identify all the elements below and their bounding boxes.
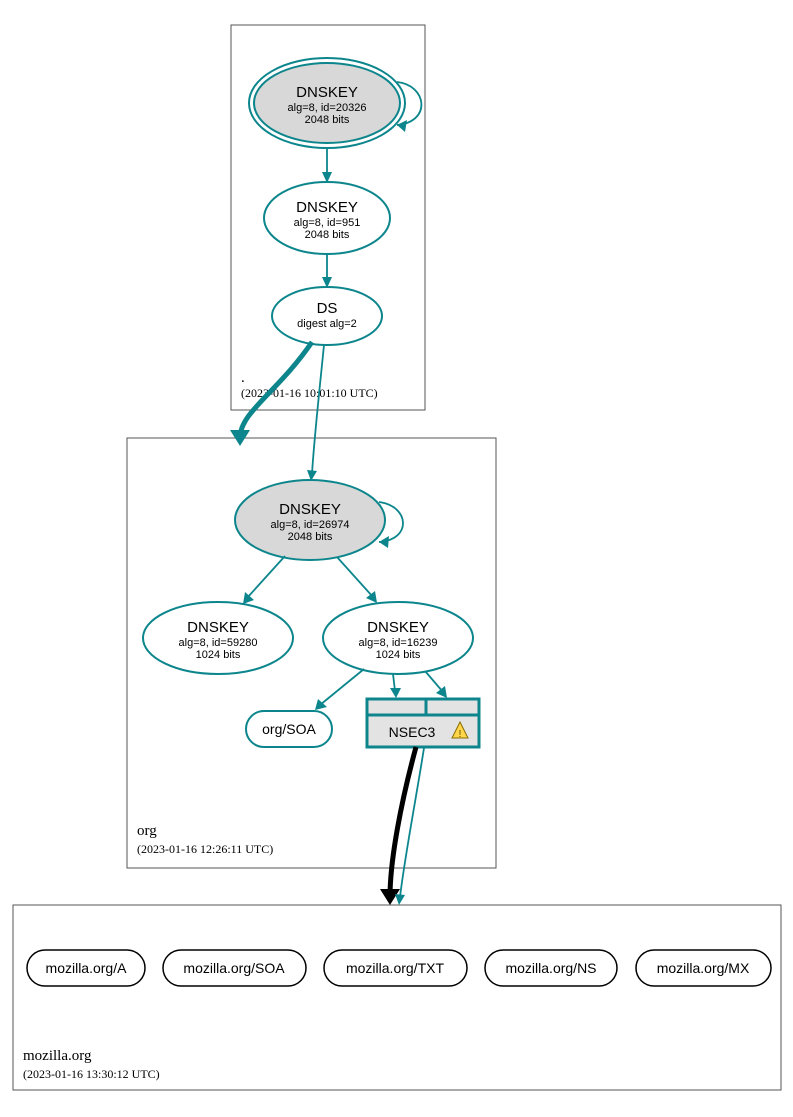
arrow-org-ksk-zsk1 <box>243 592 254 604</box>
arrow-nsec3-to-mozilla <box>395 894 405 905</box>
svg-text:1024 bits: 1024 bits <box>376 649 421 661</box>
dnssec-diagram: . (2023-01-16 10:01:10 UTC) DNSKEY alg=8… <box>0 0 793 1117</box>
mozilla-soa-node: mozilla.org/SOA <box>163 950 306 986</box>
svg-text:mozilla.org/TXT: mozilla.org/TXT <box>346 960 444 976</box>
org-zone-label: org <box>137 823 157 839</box>
edge-org-ksk-zsk1 <box>247 556 285 598</box>
svg-text:2048 bits: 2048 bits <box>288 531 333 543</box>
root-ksk-node: DNSKEY alg=8, id=20326 2048 bits <box>249 58 405 148</box>
arrow-org-ksk-zsk2 <box>366 591 377 603</box>
svg-text:DS: DS <box>317 300 338 317</box>
arrow-org-ksk-self <box>379 536 389 548</box>
svg-text:NSEC3: NSEC3 <box>389 724 436 740</box>
root-ds-node: DS digest alg=2 <box>272 287 382 345</box>
mozilla-ns-node: mozilla.org/NS <box>485 950 617 986</box>
mozilla-zone-box <box>13 905 781 1090</box>
svg-text:DNSKEY: DNSKEY <box>296 84 358 101</box>
svg-text:org/SOA: org/SOA <box>262 721 316 737</box>
svg-text:DNSKEY: DNSKEY <box>279 501 341 518</box>
svg-text:DNSKEY: DNSKEY <box>367 619 429 636</box>
edge-org-zsk2-nsec3-r <box>425 671 443 692</box>
svg-text:digest alg=2: digest alg=2 <box>297 318 357 330</box>
root-zone-label: . <box>241 370 245 386</box>
mozilla-zone-label: mozilla.org <box>23 1048 92 1064</box>
svg-text:2048 bits: 2048 bits <box>305 114 350 126</box>
org-ksk-node: DNSKEY alg=8, id=26974 2048 bits <box>235 480 385 560</box>
org-zsk1-node: DNSKEY alg=8, id=59280 1024 bits <box>143 602 293 674</box>
edge-org-ksk-zsk2 <box>337 557 373 597</box>
svg-text:DNSKEY: DNSKEY <box>187 619 249 636</box>
svg-text:2048 bits: 2048 bits <box>305 229 350 241</box>
svg-text:DNSKEY: DNSKEY <box>296 199 358 216</box>
arrow-org-zsk2-nsec3-r <box>436 686 447 698</box>
mozilla-txt-node: mozilla.org/TXT <box>324 950 467 986</box>
svg-text:!: ! <box>459 729 462 740</box>
svg-text:alg=8, id=26974: alg=8, id=26974 <box>271 519 350 531</box>
arrow-org-zsk2-nsec3-l <box>390 688 401 698</box>
svg-text:1024 bits: 1024 bits <box>196 649 241 661</box>
svg-text:mozilla.org/MX: mozilla.org/MX <box>657 960 750 976</box>
org-soa-node: org/SOA <box>246 711 332 747</box>
svg-text:alg=8, id=16239: alg=8, id=16239 <box>359 637 438 649</box>
mozilla-mx-node: mozilla.org/MX <box>636 950 771 986</box>
mozilla-zone-timestamp: (2023-01-16 13:30:12 UTC) <box>23 1067 160 1081</box>
svg-text:mozilla.org/NS: mozilla.org/NS <box>505 960 596 976</box>
svg-text:alg=8, id=20326: alg=8, id=20326 <box>288 102 367 114</box>
root-zsk-node: DNSKEY alg=8, id=951 2048 bits <box>264 182 390 254</box>
mozilla-a-node: mozilla.org/A <box>27 950 145 986</box>
edge-org-zsk2-soa <box>320 669 364 705</box>
org-nsec3-node: NSEC3 ! <box>367 699 479 747</box>
svg-text:mozilla.org/A: mozilla.org/A <box>46 960 128 976</box>
svg-text:mozilla.org/SOA: mozilla.org/SOA <box>183 960 285 976</box>
svg-text:alg=8, id=59280: alg=8, id=59280 <box>179 637 258 649</box>
org-zone-timestamp: (2023-01-16 12:26:11 UTC) <box>137 842 273 856</box>
svg-text:alg=8, id=951: alg=8, id=951 <box>294 217 361 229</box>
org-zsk2-node: DNSKEY alg=8, id=16239 1024 bits <box>323 602 473 674</box>
